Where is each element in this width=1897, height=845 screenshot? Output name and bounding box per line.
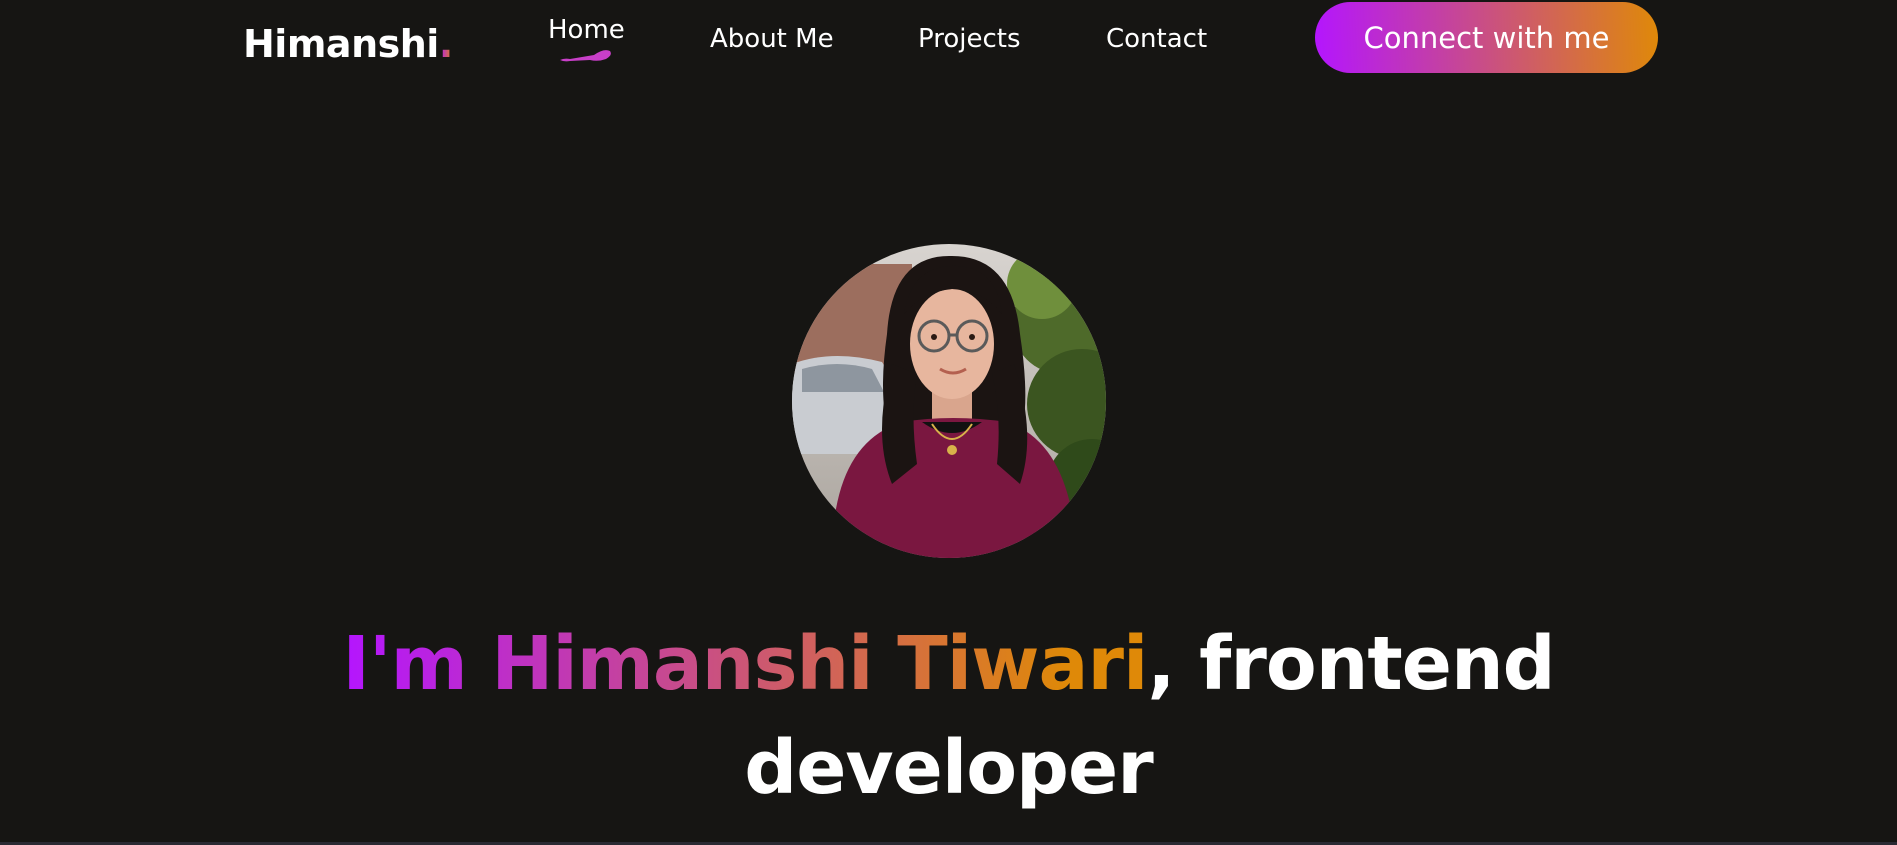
logo-dot: . [438,22,453,66]
profile-avatar [792,244,1106,558]
nav-item-contact[interactable]: Contact [1106,23,1207,55]
hero-name: I'm Himanshi Tiwari [342,621,1148,707]
navbar: Himanshi. Home About Me Projects Contact… [0,0,1897,80]
connect-with-me-button[interactable]: Connect with me [1315,2,1658,73]
nav-item-home[interactable]: Home [548,14,625,46]
hero-heading: I'm Himanshi Tiwari, frontend developer [0,612,1897,820]
nav-item-projects[interactable]: Projects [918,23,1021,55]
site-logo[interactable]: Himanshi. [243,20,453,68]
logo-text: Himanshi [243,22,439,66]
hero-role-line1: , frontend [1147,621,1555,707]
portfolio-page: Himanshi. Home About Me Projects Contact… [0,0,1897,845]
profile-photo-icon [792,244,1106,558]
active-underline-icon [560,50,611,62]
nav-item-about-me[interactable]: About Me [710,23,834,55]
hero-role-line2: developer [744,725,1153,811]
